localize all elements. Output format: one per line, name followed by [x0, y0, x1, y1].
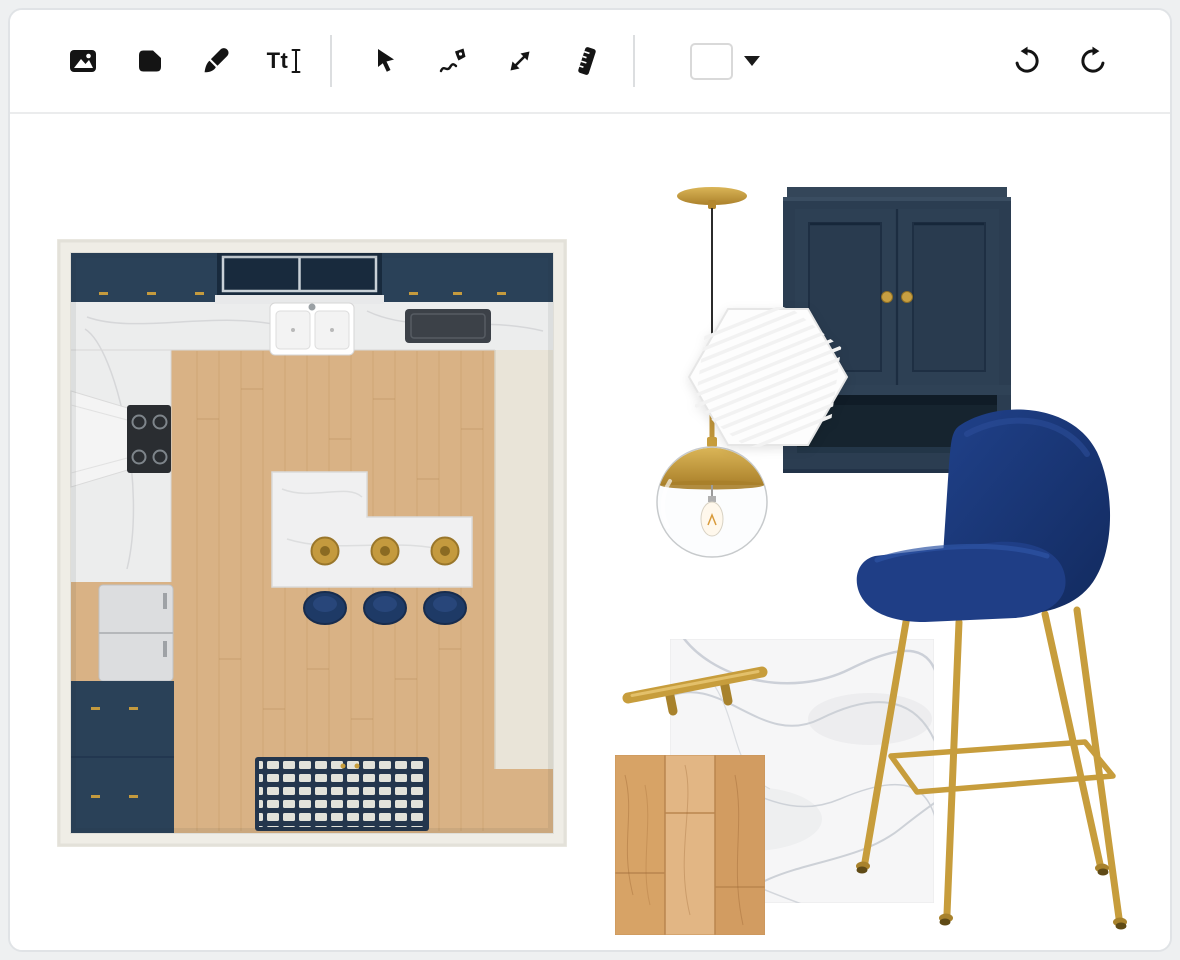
paint-tool-button[interactable]	[194, 38, 240, 84]
image-icon	[67, 46, 99, 76]
design-canvas[interactable]	[10, 114, 1170, 950]
toolbar: Tt	[10, 10, 1170, 114]
floorplan-image	[57, 239, 567, 847]
pen-scribble-icon	[438, 46, 468, 76]
undo-icon	[1011, 45, 1043, 77]
redo-button[interactable]	[1070, 38, 1116, 84]
sink	[270, 303, 354, 355]
draw-tool-button[interactable]	[430, 38, 476, 84]
shape-icon	[135, 46, 165, 76]
chevron-down-icon	[744, 56, 760, 66]
image-tool-button[interactable]	[60, 38, 106, 84]
white-hexagon-tile-swatch[interactable]	[687, 307, 849, 447]
measure-tool-button[interactable]	[564, 38, 610, 84]
stool-legs	[865, 610, 1119, 918]
select-tool-button[interactable]	[363, 38, 409, 84]
app-window: Tt	[8, 8, 1172, 952]
text-cursor-icon	[291, 48, 301, 74]
color-swatch	[690, 43, 733, 80]
brass-cabinet-pull[interactable]	[620, 654, 770, 729]
base-cabinets	[71, 681, 174, 833]
window	[215, 253, 384, 304]
paintbrush-icon	[202, 46, 232, 76]
color-picker-button[interactable]	[690, 43, 760, 80]
toolbar-divider	[633, 35, 635, 87]
ruler-icon	[572, 46, 602, 76]
door-rug	[255, 757, 429, 831]
cursor-icon	[371, 46, 401, 76]
kitchen-floorplan-render[interactable]	[57, 239, 567, 847]
navy-velvet-bar-stool[interactable]	[847, 400, 1137, 945]
refrigerator	[99, 585, 173, 681]
wood-swatch-image	[615, 755, 765, 935]
toolbar-divider	[330, 35, 332, 87]
undo-button[interactable]	[1004, 38, 1050, 84]
text-tool-glyph: Tt	[267, 48, 289, 74]
oak-wood-swatch[interactable]	[615, 755, 765, 935]
stool-feet	[856, 862, 1127, 930]
counter-tray	[405, 309, 491, 343]
bar-stool-image	[847, 400, 1137, 945]
text-tool-button[interactable]: Tt	[261, 38, 307, 84]
hexagon-tile-image	[687, 307, 849, 447]
shape-tool-button[interactable]	[127, 38, 173, 84]
hallway-floor	[495, 350, 553, 769]
cabinet-pull-image	[620, 654, 770, 729]
diagonal-resize-icon	[505, 46, 535, 76]
resize-tool-button[interactable]	[497, 38, 543, 84]
redo-icon	[1077, 45, 1109, 77]
